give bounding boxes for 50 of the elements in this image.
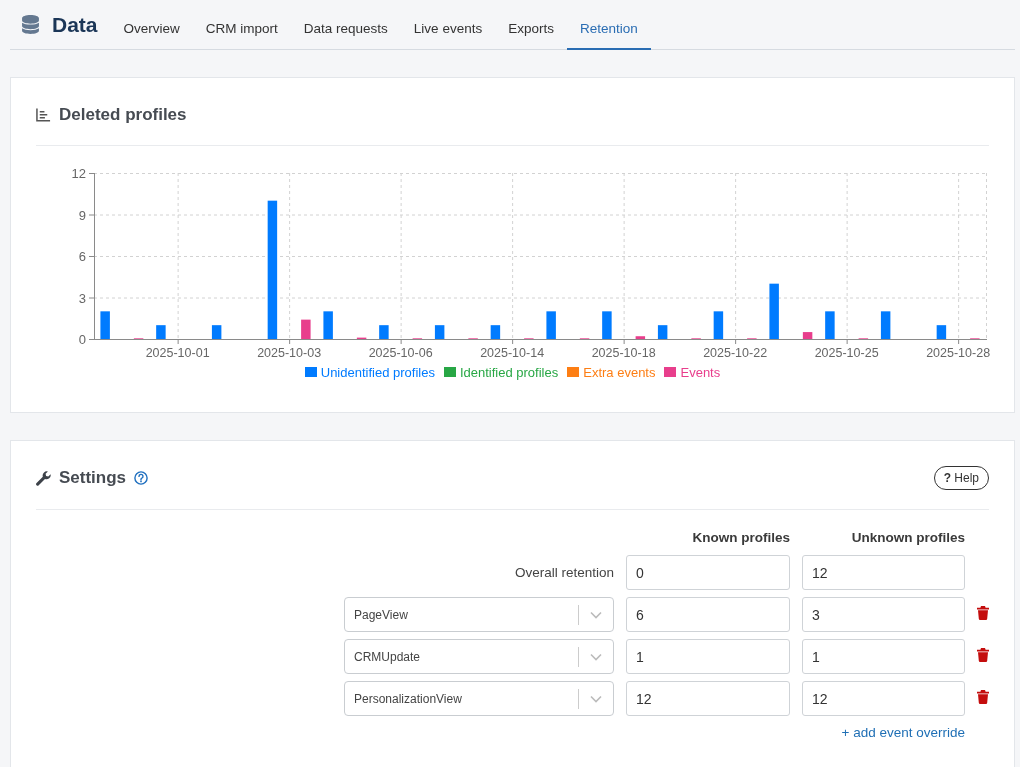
x-axis-label: 2025-10-01 xyxy=(145,346,210,360)
x-axis-label: 2025-10-06 xyxy=(368,346,433,360)
unknown-profiles-field[interactable]: 1 xyxy=(802,639,965,674)
column-header: Known profiles xyxy=(691,529,790,547)
row-label: Overall retention xyxy=(513,565,614,580)
chevron-down-icon xyxy=(590,610,602,619)
nav-tab[interactable]: Exports xyxy=(495,0,567,50)
trash-icon[interactable] xyxy=(977,605,989,620)
y-axis-label: 0 xyxy=(78,332,86,347)
unknown-profiles-field[interactable]: 12 xyxy=(802,681,965,716)
known-profiles-field[interactable]: 12 xyxy=(626,681,790,716)
legend-item[interactable]: Events xyxy=(664,364,721,380)
nav-tab[interactable]: Retention xyxy=(566,0,651,50)
x-axis-label: 2025-10-22 xyxy=(703,346,768,360)
chevron-down-icon xyxy=(590,652,602,661)
page-title: Data xyxy=(52,12,98,37)
y-axis-label: 12 xyxy=(71,166,86,181)
unknown-profiles-field[interactable]: 3 xyxy=(802,597,965,632)
event-select[interactable]: PersonalizationView xyxy=(344,681,614,716)
trash-icon[interactable] xyxy=(977,689,989,704)
event-select[interactable]: CRMUpdate xyxy=(344,639,614,674)
unknown-profiles-field[interactable]: 12 xyxy=(802,555,965,590)
help-icon[interactable] xyxy=(134,471,149,485)
wrench-icon xyxy=(36,470,51,486)
y-axis-label: 9 xyxy=(78,207,86,223)
y-axis-label: 6 xyxy=(78,249,86,264)
y-axis-label: 3 xyxy=(78,290,86,306)
nav-tab[interactable]: CRM import xyxy=(192,0,291,50)
card-title: Deleted profiles xyxy=(59,104,187,125)
event-select[interactable]: PageView xyxy=(344,597,614,632)
x-axis-label: 2025-10-28 xyxy=(926,346,991,360)
bar-chart-icon xyxy=(36,107,51,122)
nav-tab[interactable]: Overview xyxy=(110,0,193,50)
x-axis-label: 2025-10-03 xyxy=(257,346,322,360)
nav-tab[interactable]: Data requests xyxy=(290,0,401,50)
known-profiles-field[interactable]: 6 xyxy=(626,597,790,632)
known-profiles-field[interactable]: 0 xyxy=(626,555,790,590)
add-event-override-link[interactable]: + add event override xyxy=(841,725,965,740)
card-title: Settings xyxy=(59,468,127,488)
x-axis-label: 2025-10-18 xyxy=(591,346,656,360)
nav-tab[interactable]: Live events xyxy=(400,0,496,50)
chevron-down-icon xyxy=(590,694,602,703)
database-icon xyxy=(22,15,39,34)
column-header: Unknown profiles xyxy=(850,529,965,547)
known-profiles-field[interactable]: 1 xyxy=(626,639,790,674)
x-axis-label: 2025-10-25 xyxy=(814,346,879,360)
legend-item[interactable]: Unidentified profiles xyxy=(304,364,435,380)
x-axis-label: 2025-10-14 xyxy=(480,346,545,360)
help-button[interactable]: ? Help xyxy=(933,466,989,490)
trash-icon[interactable] xyxy=(977,647,989,662)
